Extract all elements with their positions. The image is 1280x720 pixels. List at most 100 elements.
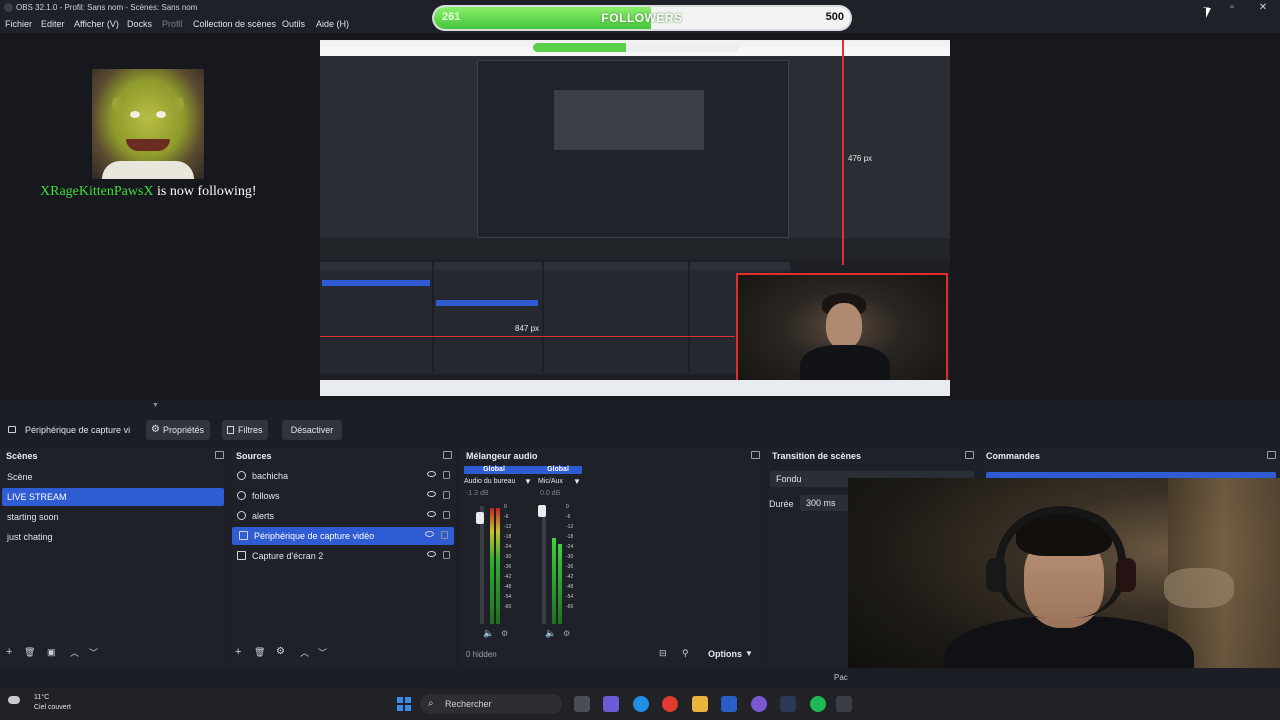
move-up-icon[interactable]: ︿ bbox=[300, 646, 309, 659]
undock-icon[interactable] bbox=[965, 451, 974, 459]
source-item[interactable]: follows bbox=[230, 487, 456, 505]
file-explorer-icon[interactable] bbox=[692, 696, 708, 712]
source-item[interactable]: Capture d'écran 2 bbox=[230, 547, 456, 565]
undock-icon[interactable] bbox=[215, 451, 224, 459]
lock-icon[interactable] bbox=[443, 551, 450, 559]
move-up-icon[interactable]: ︿ bbox=[70, 646, 79, 659]
channel-2-fader-handle[interactable] bbox=[538, 505, 546, 517]
channel-1-menu-icon[interactable]: ▼ bbox=[524, 477, 532, 486]
obs-logo-icon bbox=[4, 3, 13, 12]
opera-icon[interactable] bbox=[662, 696, 678, 712]
scene-item[interactable]: Scène bbox=[0, 468, 228, 486]
search-placeholder: Rechercher bbox=[445, 699, 492, 709]
options-button[interactable]: Options bbox=[708, 649, 742, 659]
inner-measure-vertical: 476 px bbox=[848, 154, 873, 163]
sources-dock: Sources bachicha follows alerts Périphér… bbox=[230, 448, 456, 668]
edge-icon[interactable] bbox=[633, 696, 649, 712]
source-item[interactable]: alerts bbox=[230, 507, 456, 525]
lock-icon[interactable] bbox=[443, 511, 450, 519]
lock-icon[interactable] bbox=[443, 471, 450, 479]
visibility-icon[interactable] bbox=[427, 491, 436, 497]
maximize-icon[interactable]: ▫ bbox=[1224, 1, 1240, 15]
undock-icon[interactable] bbox=[1267, 451, 1276, 459]
browser-source-icon bbox=[237, 511, 246, 520]
undock-icon[interactable] bbox=[443, 451, 452, 459]
menu-editer[interactable]: Editer bbox=[41, 19, 65, 29]
close-icon[interactable]: ✕ bbox=[1255, 1, 1271, 15]
menu-profil[interactable]: Profil bbox=[162, 19, 183, 29]
window-title: OBS 32.1.0 - Profil: Sans nom - Scènes: … bbox=[16, 3, 198, 12]
scene-item[interactable]: just chating bbox=[0, 528, 228, 546]
filters-button[interactable]: Filtres bbox=[222, 420, 268, 440]
menu-collection-scenes[interactable]: Collection de scènes bbox=[193, 19, 276, 29]
menu-outils[interactable]: Outils bbox=[282, 19, 305, 29]
windows-start-icon[interactable] bbox=[397, 697, 411, 711]
channel-2-settings-icon[interactable]: ⚙ bbox=[563, 629, 570, 638]
transition-header: Transition de scènes bbox=[766, 448, 978, 464]
visibility-icon[interactable] bbox=[427, 471, 436, 477]
channel-2-db: 0.0 dB bbox=[540, 490, 561, 497]
task-view-icon[interactable] bbox=[574, 696, 590, 712]
store-icon[interactable] bbox=[721, 696, 737, 712]
visibility-icon[interactable] bbox=[425, 531, 434, 537]
channel-1-tag: Global bbox=[483, 466, 505, 473]
steam-icon[interactable] bbox=[780, 696, 796, 712]
mouse-cursor-icon bbox=[1206, 8, 1211, 18]
spotify-icon[interactable] bbox=[810, 696, 826, 712]
channel-2-volume-slider[interactable] bbox=[542, 506, 546, 624]
layout-icon[interactable]: ⊟ bbox=[659, 648, 667, 659]
channel-1-settings-icon[interactable]: ⚙ bbox=[501, 629, 508, 638]
scene-item-selected[interactable]: LIVE STREAM bbox=[2, 488, 224, 506]
teams-icon[interactable] bbox=[603, 696, 619, 712]
messenger-icon[interactable] bbox=[751, 696, 767, 712]
channel-1-fader-handle[interactable] bbox=[476, 512, 484, 524]
visibility-icon[interactable] bbox=[427, 551, 436, 557]
menu-docks[interactable]: Docks bbox=[127, 19, 152, 29]
channel-2-name: Mic/Aux bbox=[538, 478, 563, 485]
channel-1-scale: 0 -6 -12 -18 -24 -30 -36 -42 -48 -54 -60 bbox=[504, 504, 512, 610]
lock-icon[interactable] bbox=[441, 531, 448, 539]
taskbar-search[interactable]: ⌕ Rechercher bbox=[420, 694, 562, 714]
scene-label: LIVE STREAM bbox=[7, 492, 67, 502]
zoom-dropdown-icon[interactable]: ▼ bbox=[152, 402, 159, 409]
scene-item[interactable]: starting soon bbox=[0, 508, 228, 526]
channel-2-menu-icon[interactable]: ▼ bbox=[573, 477, 581, 486]
link-icon[interactable]: ⚲ bbox=[682, 648, 689, 659]
lock-icon[interactable] bbox=[443, 491, 450, 499]
selected-source-name: Périphérique de capture vi bbox=[25, 425, 131, 435]
source-properties-icon[interactable]: ⚙ bbox=[276, 646, 285, 657]
follower-alert-name: XRageKittenPawsX bbox=[40, 184, 154, 199]
menu-aide[interactable]: Aide (H) bbox=[316, 19, 349, 29]
move-down-icon[interactable]: ﹀ bbox=[318, 646, 327, 659]
webcam-overlay bbox=[848, 478, 1280, 688]
menu-afficher[interactable]: Afficher (V) bbox=[74, 19, 119, 29]
channel-1-meter-right bbox=[496, 508, 500, 624]
source-label: alerts bbox=[252, 511, 275, 521]
channel-1-speaker-icon[interactable]: 🔈 bbox=[483, 628, 494, 639]
delete-scene-icon[interactable]: 🗑 bbox=[24, 647, 35, 658]
browser-source-icon bbox=[237, 491, 246, 500]
properties-button[interactable]: ⚙ Propriétés bbox=[146, 420, 210, 440]
browser-source-icon bbox=[237, 471, 246, 480]
source-item-selected[interactable]: Périphérique de capture vidéo bbox=[232, 527, 454, 545]
obs-taskbar-icon[interactable] bbox=[836, 696, 852, 712]
menu-fichier[interactable]: Fichier bbox=[5, 19, 32, 29]
cloud-icon bbox=[8, 696, 20, 704]
undock-icon[interactable] bbox=[751, 451, 760, 459]
source-item[interactable]: bachicha bbox=[230, 467, 456, 485]
scene-filters-icon[interactable]: ▣ bbox=[47, 647, 56, 658]
add-scene-icon[interactable]: + bbox=[6, 646, 12, 658]
delete-source-icon[interactable]: 🗑 bbox=[254, 647, 265, 658]
visibility-icon[interactable] bbox=[427, 511, 436, 517]
weather-desc: Ciel couvert bbox=[34, 704, 71, 711]
options-dropdown-icon[interactable]: ▼ bbox=[745, 649, 753, 658]
deactivate-button[interactable]: Désactiver bbox=[282, 420, 342, 440]
mixer-title: Mélangeur audio bbox=[466, 451, 538, 461]
scene-label: starting soon bbox=[7, 512, 59, 522]
mixer-header: Mélangeur audio bbox=[460, 448, 764, 464]
channel-2-speaker-icon[interactable]: 🔈 bbox=[545, 628, 556, 639]
move-down-icon[interactable]: ﹀ bbox=[89, 646, 98, 659]
channel-1-db: -1.3 dB bbox=[466, 490, 489, 497]
scenes-title: Scènes bbox=[6, 451, 38, 461]
add-source-icon[interactable]: + bbox=[235, 646, 241, 658]
